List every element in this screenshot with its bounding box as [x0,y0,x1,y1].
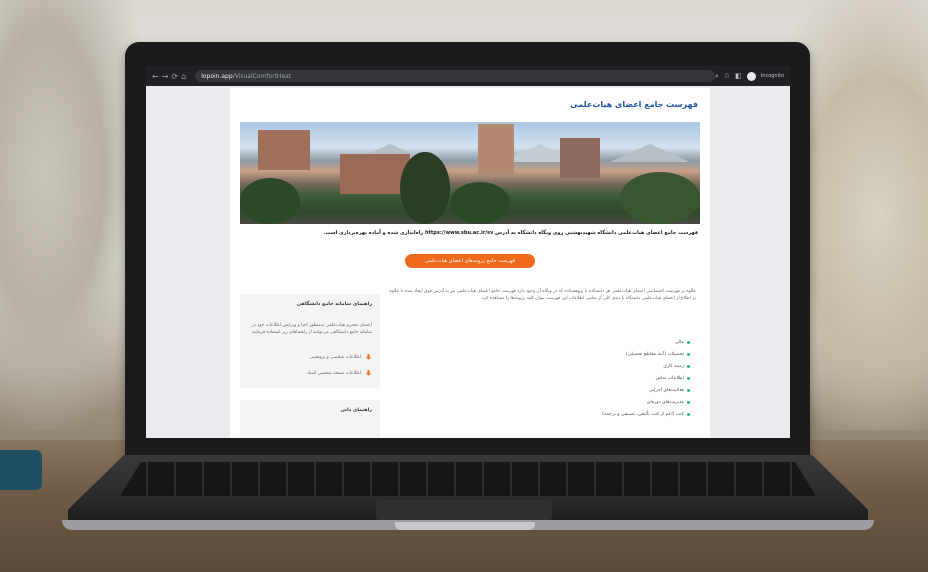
star-icon[interactable]: ☆ [724,72,730,80]
laptop-screen: ←→⟳⌂ lopoin.app /VisualComfortHeat ⌕ ☆ ◧… [146,66,790,438]
profile-label[interactable]: Incognito [761,73,784,79]
list-item: مدیریت‌های دوره‌ای [530,396,690,408]
bullet-icon [687,376,690,380]
search-icon[interactable]: ⌕ [715,72,719,81]
list-item: مالی [530,336,690,348]
address-bar[interactable]: lopoin.app /VisualComfortHeat [195,70,715,82]
bullet-icon [687,340,690,344]
page-title: فهرست جامع اعضای هیات‌علمی [570,100,698,109]
list-item-label: مالی [674,339,684,345]
tree-shape [620,172,700,224]
mug [0,450,42,490]
personal-info-link-label: اطلاعات شخصی و پژوهشی [309,355,361,360]
list-item-label: تحصیلات (آینه مقاطع تحصیلی) [625,351,684,357]
building-shape [478,124,514,174]
list-item-label: مدیریت‌های دوره‌ای [646,399,684,405]
list-item: تحصیلات (آینه مقاطع تحصیلی) [530,348,690,360]
list-item: کتب (اعم از کتب تألیفی، تصنیفی و ترجمه) [530,408,690,420]
url-path: /VisualComfortHeat [232,72,292,80]
tree-shape [400,152,450,224]
laptop-notch [395,522,535,530]
keyboard [120,462,816,496]
profile-avatar-icon[interactable] [746,71,756,81]
bullet-icon [687,388,690,392]
sidebar-guide-text: اعضای محترم هیات‌علمی به‌منظور احیا و وی… [250,323,372,335]
list-item-label: زمینه کاری [663,363,684,369]
sidebar-second-box: راهنمای داتی [240,400,380,438]
list-item-label: اطلاعات تماس [655,375,684,381]
tree-shape [450,182,510,224]
sidebar-guide-title: راهنمای سامانه جامع دانشگاهی [296,302,372,307]
page-gutter-right [710,88,790,438]
page-content: فهرست جامع اعضای هیات‌علمی فهرست جامع اع… [230,88,710,438]
tree-shape [240,178,300,224]
building-shape [258,130,310,170]
browser-nav-icons[interactable]: ←→⟳⌂ [152,72,189,81]
sidebar-guide-box: راهنمای سامانه جامع دانشگاهی اعضای محترم… [240,294,380,388]
photo-background: ←→⟳⌂ lopoin.app /VisualComfortHeat ⌕ ☆ ◧… [0,0,928,572]
toolbar-right: ⌕ ☆ ◧ Incognito [715,71,784,81]
description-paragraph: علاوه بر فهرست اختصاصی اعضای هیات‌علمی ه… [389,289,696,301]
download-icon [365,370,372,376]
profile-page-link[interactable]: اطلاعات صفحه شخصی استاد [307,370,372,377]
bullet-icon [687,412,690,416]
trackpad [376,500,552,520]
bullet-icon [687,352,690,356]
mountain-shape [610,144,690,162]
bullet-icon [687,400,690,404]
url-domain: lopoin.app [201,72,233,80]
building-shape [560,138,600,178]
browser-toolbar: ←→⟳⌂ lopoin.app /VisualComfortHeat ⌕ ☆ ◧… [146,66,790,86]
personal-info-link[interactable]: اطلاعات شخصی و پژوهشی [310,354,372,361]
feature-list: مالی تحصیلات (آینه مقاطع تحصیلی) زمینه ک… [530,336,690,420]
intro-text: فهرست جامع اعضای هیات‌علمی دانشگاه شهیدب… [323,230,698,236]
download-icon [365,354,372,360]
sidebar-second-title: راهنمای داتی [340,408,372,413]
list-item: زمینه کاری [530,360,690,372]
bullet-icon [687,364,690,368]
page-gutter-left [146,88,230,438]
campus-banner-image [240,122,700,224]
resume-list-button[interactable]: فهرست جامع رزومه‌های اعضای هیات‌علمی [405,254,535,268]
profile-page-link-label: اطلاعات صفحه شخصی استاد [306,371,361,376]
list-item-label: کتب (اعم از کتب تألیفی، تصنیفی و ترجمه) [602,411,684,417]
list-item: فعالیت‌های اجرایی [530,384,690,396]
sidepanel-icon[interactable]: ◧ [735,72,742,80]
list-item-label: فعالیت‌های اجرایی [648,387,684,393]
list-item: اطلاعات تماس [530,372,690,384]
